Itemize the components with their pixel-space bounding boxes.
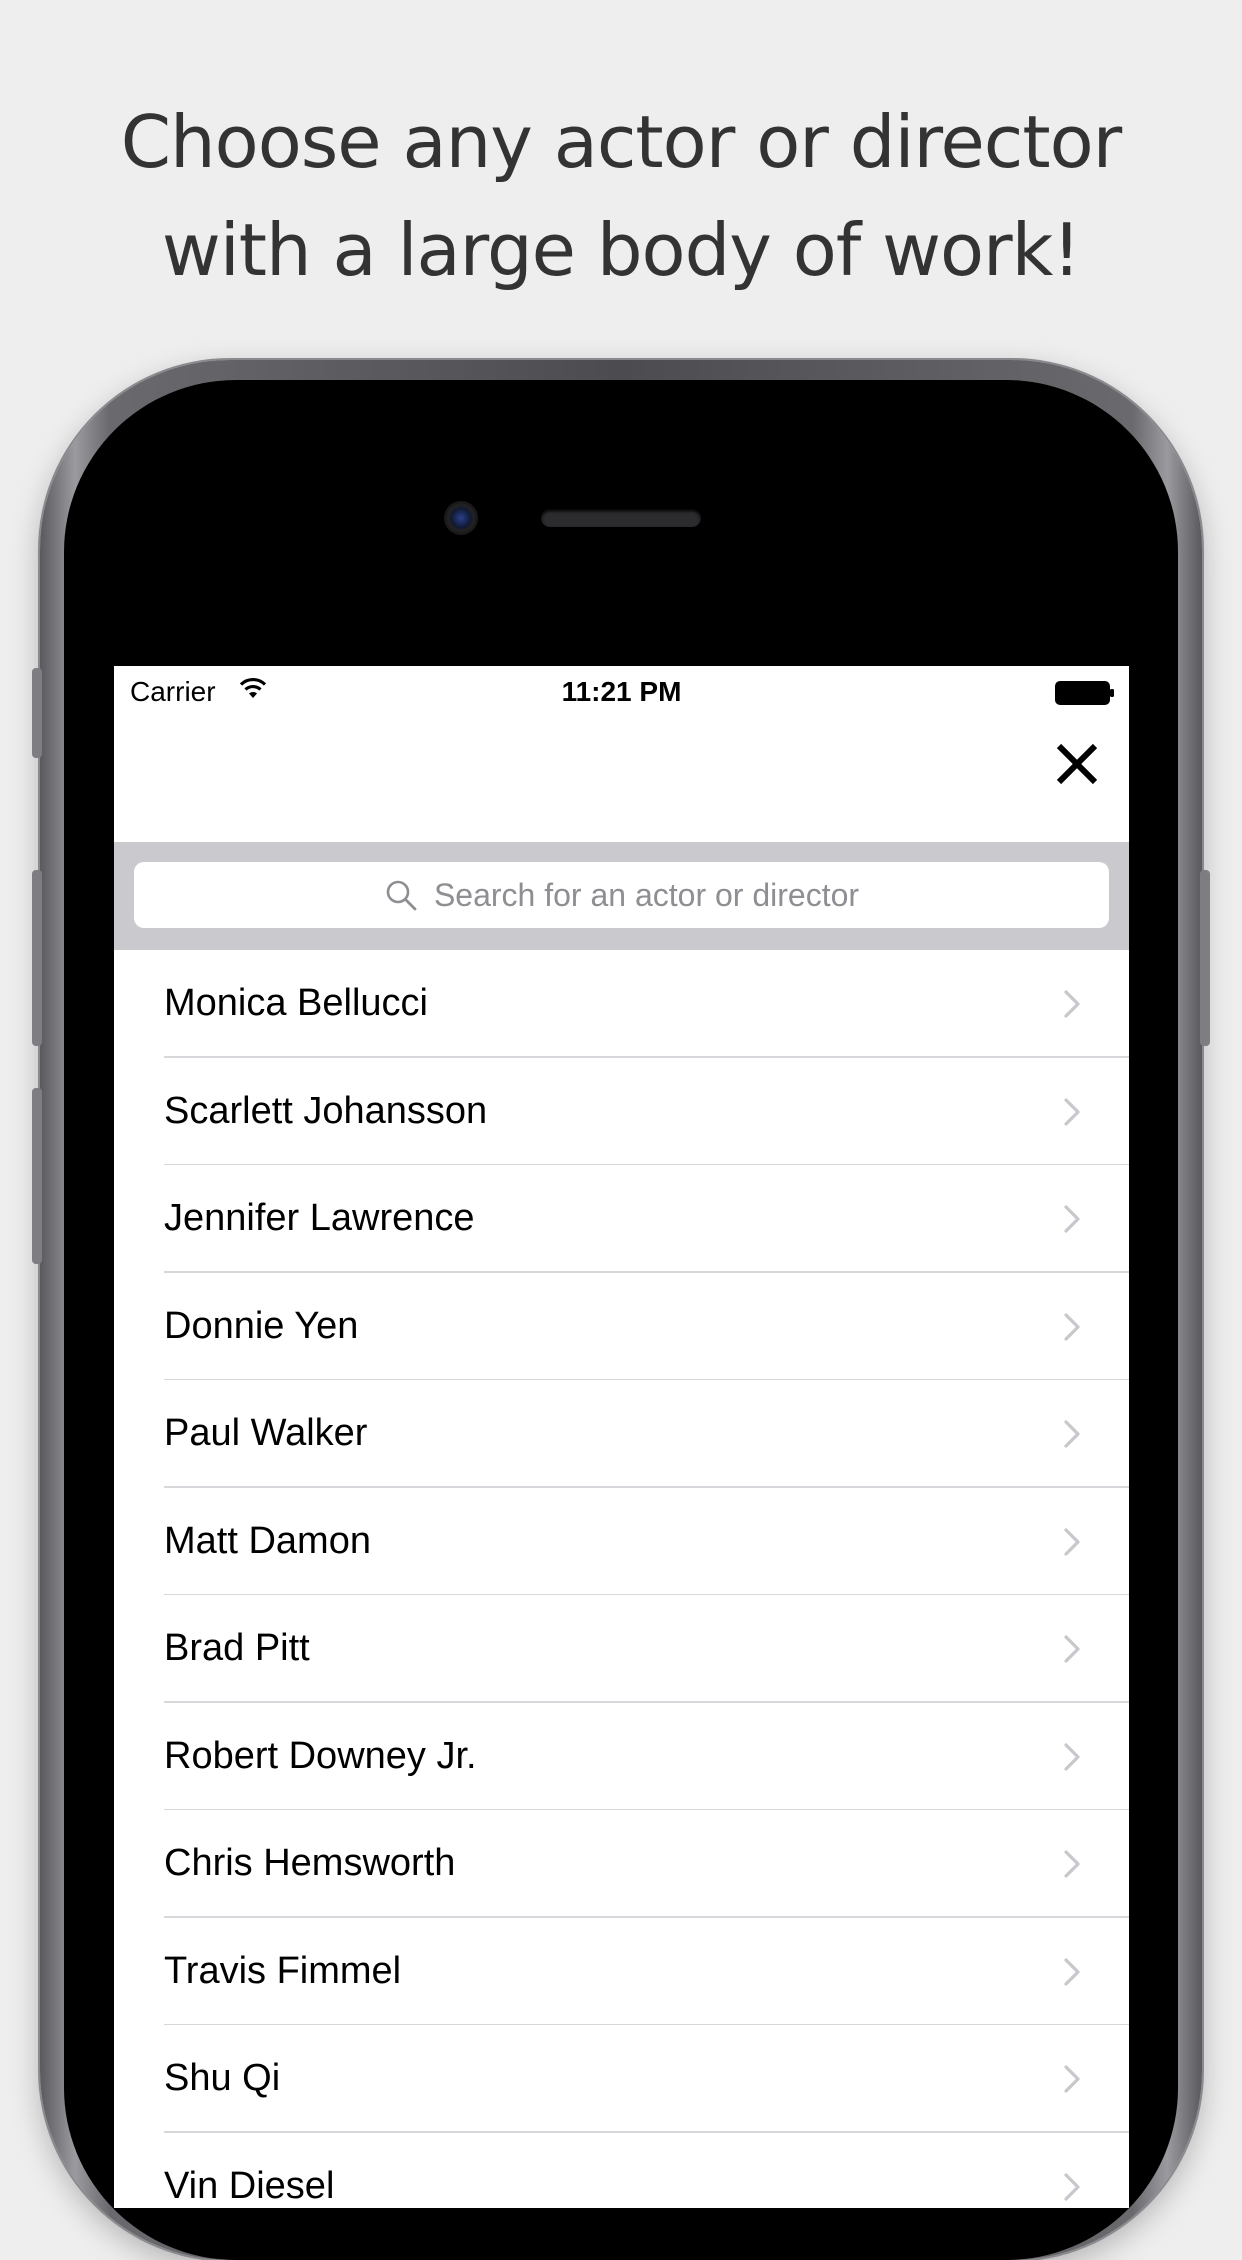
search-bar: Search for an actor or director xyxy=(114,842,1129,950)
person-name: Travis Fimmel xyxy=(164,1949,402,1992)
earpiece-speaker xyxy=(541,509,701,527)
person-name: Vin Diesel xyxy=(164,2164,335,2207)
chevron-right-icon xyxy=(1063,1204,1081,1239)
chevron-right-icon xyxy=(1063,2172,1081,2207)
headline: Choose any actor or director with a larg… xyxy=(0,88,1242,304)
battery-icon xyxy=(1055,681,1115,710)
chevron-right-icon xyxy=(1063,1419,1081,1454)
close-button[interactable] xyxy=(1045,732,1109,796)
list-item[interactable]: Jennifer Lawrence xyxy=(114,1165,1129,1273)
chevron-right-icon xyxy=(1063,1634,1081,1669)
list-item[interactable]: Chris Hemsworth xyxy=(114,1810,1129,1918)
chevron-right-icon xyxy=(1063,1742,1081,1777)
chevron-right-icon xyxy=(1063,1097,1081,1132)
chevron-right-icon xyxy=(1063,989,1081,1024)
chevron-right-icon xyxy=(1063,1849,1081,1884)
person-name: Shu Qi xyxy=(164,2057,281,2099)
person-name: Donnie Yen xyxy=(164,1304,359,1347)
people-list: Monica Bellucci Scarlett Johansson Jennife… xyxy=(114,950,1129,2208)
list-item[interactable]: Matt Damon xyxy=(114,1488,1129,1596)
close-x-icon xyxy=(1056,743,1098,785)
list-item[interactable]: Travis Fimmel xyxy=(114,1918,1129,2026)
person-name: Matt Damon xyxy=(164,1519,371,1562)
power-button xyxy=(1200,870,1210,1046)
mute-switch xyxy=(32,668,42,758)
person-name: Paul Walker xyxy=(164,1412,368,1454)
list-item[interactable]: Paul Walker xyxy=(114,1380,1129,1488)
list-item[interactable]: Vin Diesel xyxy=(114,2133,1129,2209)
volume-down-button xyxy=(32,1088,42,1264)
headline-line-2: with a large body of work! xyxy=(161,208,1081,292)
volume-up-button xyxy=(32,870,42,1046)
list-item[interactable]: Robert Downey Jr. xyxy=(114,1703,1129,1811)
person-name: Scarlett Johansson xyxy=(164,1089,488,1132)
front-camera xyxy=(446,503,476,533)
navigation-bar xyxy=(114,718,1129,808)
chevron-right-icon xyxy=(1063,1527,1081,1562)
list-item[interactable]: Brad Pitt xyxy=(114,1595,1129,1703)
phone-screen: Carrier 11:21 PM Search for an actor or … xyxy=(114,666,1129,2208)
person-name: Jennifer Lawrence xyxy=(164,1197,475,1239)
status-bar: Carrier 11:21 PM xyxy=(114,666,1129,718)
person-name: Monica Bellucci xyxy=(164,982,428,1024)
chevron-right-icon xyxy=(1063,1957,1081,1992)
person-name: Brad Pitt xyxy=(164,1627,310,1669)
headline-line-1: Choose any actor or director xyxy=(120,100,1122,184)
status-time: 11:21 PM xyxy=(561,676,682,707)
list-item[interactable]: Monica Bellucci xyxy=(114,950,1129,1058)
list-item[interactable]: Donnie Yen xyxy=(114,1273,1129,1381)
search-input[interactable]: Search for an actor or director xyxy=(134,862,1109,928)
chevron-right-icon xyxy=(1063,1312,1081,1347)
search-placeholder: Search for an actor or director xyxy=(433,876,860,913)
chevron-right-icon xyxy=(1063,2064,1081,2099)
person-name: Robert Downey Jr. xyxy=(164,1734,477,1777)
list-item[interactable]: Scarlett Johansson xyxy=(114,1058,1129,1166)
search-icon xyxy=(384,878,418,912)
list-item[interactable]: Shu Qi xyxy=(114,2025,1129,2133)
person-name: Chris Hemsworth xyxy=(164,1842,456,1884)
